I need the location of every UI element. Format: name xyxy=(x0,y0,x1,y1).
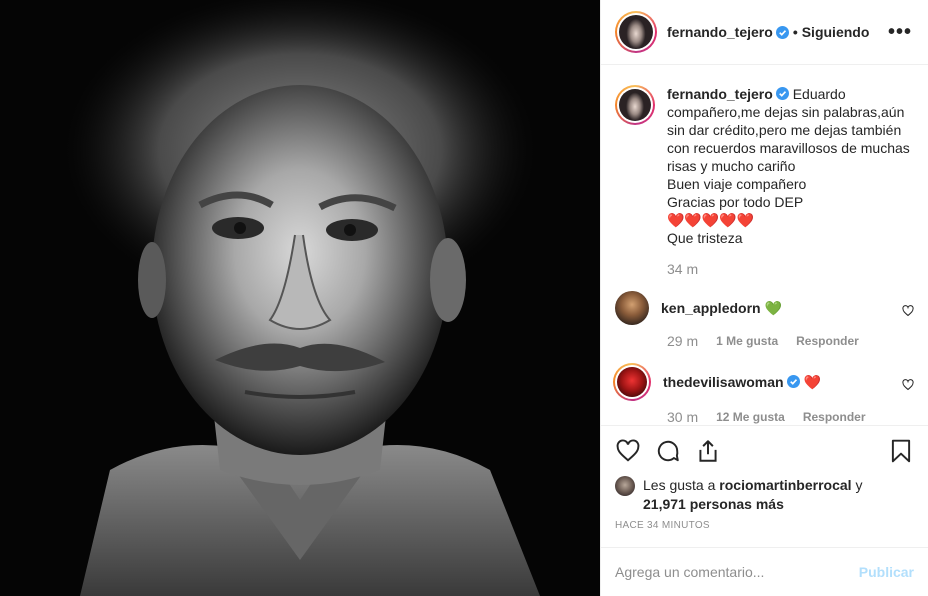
commenter-avatar[interactable] xyxy=(613,363,651,402)
caption: fernando_tejero Eduardo compañero,me dej… xyxy=(615,85,914,247)
comment-body: ❤️ xyxy=(803,374,821,391)
caption-line: Buen viaje compañero xyxy=(667,176,807,193)
portrait-illustration xyxy=(0,0,600,596)
caption-time: 34 m xyxy=(667,261,699,278)
follow-status-button[interactable]: Siguiendo xyxy=(802,24,870,40)
comment-time: 30 m xyxy=(667,409,699,426)
comment-item: ken_appledorn 💚 xyxy=(615,291,914,326)
caption-username[interactable]: fernando_tejero xyxy=(667,86,773,102)
caption-line: ❤️❤️❤️❤️❤️ xyxy=(667,212,755,229)
more-options-icon[interactable]: ••• xyxy=(888,21,912,44)
comment-like-heart-icon[interactable] xyxy=(902,305,914,317)
comments-section: fernando_tejero Eduardo compañero,me dej… xyxy=(601,65,928,425)
caption-line: Gracias por todo DEP xyxy=(667,194,804,211)
comment-input[interactable]: Agrega un comentario... xyxy=(615,564,764,580)
author-avatar[interactable] xyxy=(615,11,657,54)
comment-icon[interactable] xyxy=(655,438,681,464)
instagram-post-view: fernando_tejero • Siguiendo ••• fernando… xyxy=(0,0,928,596)
post-details-panel: fernando_tejero • Siguiendo ••• fernando… xyxy=(600,0,928,596)
likes-count[interactable]: 21,971 personas más xyxy=(643,496,784,512)
commenter-username[interactable]: ken_appledorn xyxy=(661,300,761,316)
heart-icon[interactable] xyxy=(615,438,641,464)
likes-and: y xyxy=(855,477,863,494)
comment-item: thedevilisawoman ❤️ xyxy=(613,363,914,402)
caption-line: Eduardo xyxy=(792,86,846,103)
verified-badge-icon xyxy=(775,87,789,101)
caption-line: sin dar crédito,pero me dejas también xyxy=(667,122,902,139)
caption-avatar[interactable] xyxy=(615,85,655,126)
share-icon[interactable] xyxy=(695,438,721,464)
post-actions: Les gusta a rociomartinberrocal y 21,971… xyxy=(601,425,928,531)
comment-likes[interactable]: 12 Me gusta xyxy=(716,410,785,424)
verified-badge-icon xyxy=(786,375,800,389)
commenter-avatar[interactable] xyxy=(615,291,649,326)
reply-button[interactable]: Responder xyxy=(803,410,866,424)
comment-likes[interactable]: 1 Me gusta xyxy=(716,334,778,348)
caption-line: con recuerdos maravillosos de muchas xyxy=(667,140,910,157)
caption-line: Que tristeza xyxy=(667,230,743,247)
liker-username[interactable]: rociomartinberrocal xyxy=(719,477,851,493)
comment-like-heart-icon[interactable] xyxy=(902,379,914,391)
caption-text: fernando_tejero Eduardo compañero,me dej… xyxy=(667,85,914,247)
likes-prefix: Les gusta a xyxy=(643,477,716,494)
add-comment-bar: Agrega un comentario... Publicar xyxy=(601,547,928,596)
post-header: fernando_tejero • Siguiendo ••• xyxy=(601,0,928,66)
liker-avatar[interactable] xyxy=(615,476,635,497)
author-username[interactable]: fernando_tejero xyxy=(667,24,773,40)
comment-meta: 30 m 12 Me gusta Responder xyxy=(667,409,914,425)
reply-button[interactable]: Responder xyxy=(796,334,859,348)
comment-meta: 29 m 1 Me gusta Responder xyxy=(667,333,914,349)
post-photo[interactable] xyxy=(0,0,600,596)
publish-button[interactable]: Publicar xyxy=(859,564,914,580)
caption-line: risas y mucho cariño xyxy=(667,158,796,175)
separator-dot: • xyxy=(792,24,798,41)
verified-badge-icon xyxy=(775,25,789,39)
likes-summary: Les gusta a rociomartinberrocal y 21,971… xyxy=(615,476,914,514)
comment-text: ken_appledorn 💚 xyxy=(661,291,782,325)
caption-line: compañero,me dejas sin palabras,aún xyxy=(667,104,905,121)
comment-text: thedevilisawoman ❤️ xyxy=(663,365,821,401)
comment-body: 💚 xyxy=(764,300,782,317)
comment-time: 29 m xyxy=(667,333,699,350)
post-timestamp: HACE 34 MINUTOS xyxy=(615,520,710,532)
commenter-username[interactable]: thedevilisawoman xyxy=(663,374,784,390)
action-icons xyxy=(615,436,914,466)
bookmark-icon[interactable] xyxy=(888,438,914,464)
